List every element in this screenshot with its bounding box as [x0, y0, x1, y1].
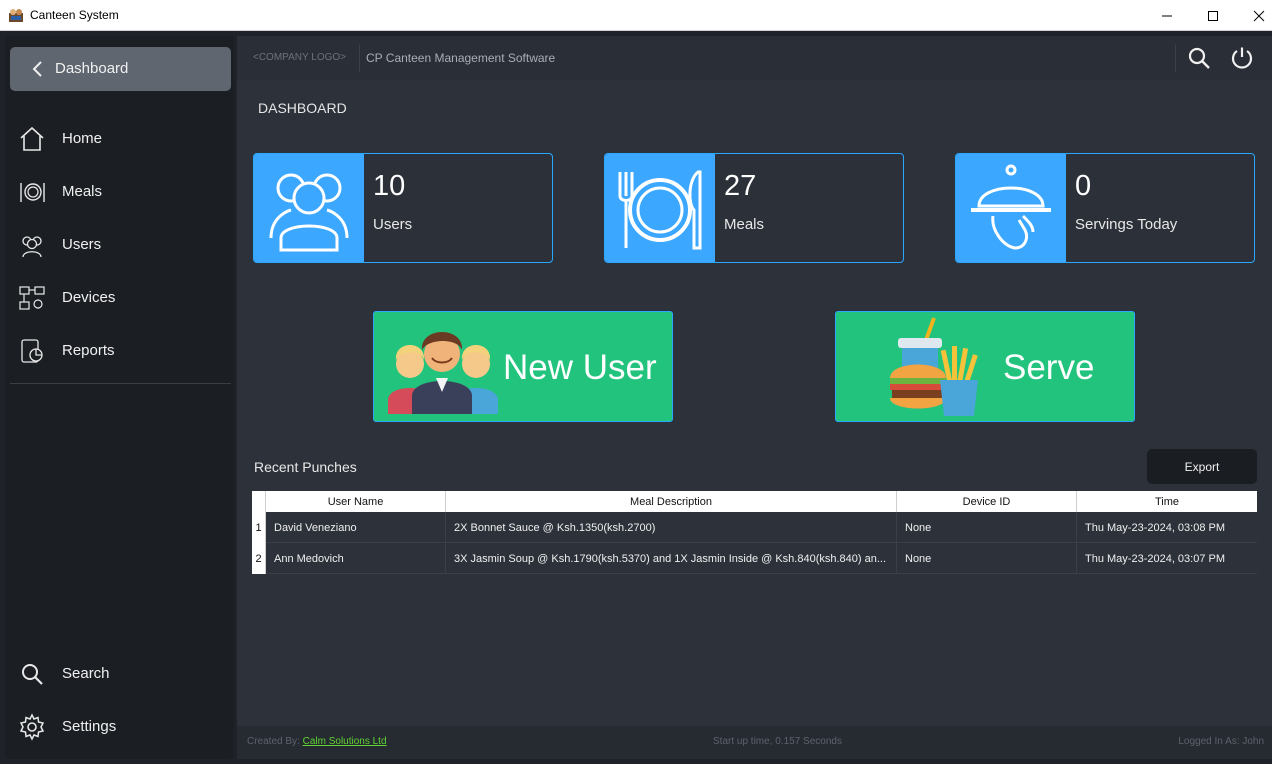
power-icon[interactable] [1230, 46, 1254, 70]
search-icon[interactable] [1187, 46, 1211, 70]
top-bar: <COMPANY LOGO> CP Canteen Management Sof… [237, 36, 1272, 80]
cloche-serving-icon [971, 164, 1051, 250]
app-name: CP Canteen Management Software [366, 51, 556, 65]
column-header-device-id[interactable]: Device ID [897, 491, 1077, 512]
servings-count: 0 [1075, 170, 1092, 202]
startup-time: Start up time, 0.157 Seconds [713, 736, 842, 747]
column-header-user-name[interactable]: User Name [266, 491, 446, 512]
sidebar-item-label: Reports [62, 342, 115, 359]
meals-icon [20, 183, 45, 202]
sidebar-item-label: Devices [62, 289, 116, 306]
sidebar-item-home[interactable]: Home [5, 117, 234, 161]
meals-stat-card[interactable]: 27 Meals [604, 153, 904, 263]
row-index: 1 [252, 512, 266, 543]
minimize-icon [1162, 15, 1172, 16]
logged-in-user: Logged In As: John [1178, 736, 1264, 747]
devices-icon [19, 286, 45, 310]
cell-meal-description: 2X Bonnet Sauce @ Ksh.1350(ksh.2700) [446, 512, 897, 543]
cell-meal-description: 3X Jasmin Soup @ Ksh.1790(ksh.5370) and … [446, 543, 897, 574]
maximize-button[interactable] [1190, 0, 1236, 31]
servings-card-image [956, 154, 1066, 262]
maximize-icon [1208, 10, 1218, 21]
window-title: Canteen System [30, 8, 119, 22]
serve-button[interactable]: Serve [835, 311, 1135, 422]
fast-food-icon [890, 317, 978, 416]
company-logo-placeholder: <COMPANY LOGO> [253, 52, 346, 63]
cell-device-id: None [897, 512, 1077, 543]
window-titlebar: Canteen System [0, 0, 1272, 31]
created-by: Created By: Calm Solutions Ltd [247, 736, 387, 747]
sidebar-item-reports[interactable]: Reports [5, 329, 234, 373]
sidebar-item-label: Settings [62, 718, 117, 735]
cell-device-id: None [897, 543, 1077, 574]
new-user-button[interactable]: New User [373, 311, 673, 422]
meals-card-image [605, 154, 715, 262]
sidebar-item-meals[interactable]: Meals [5, 170, 234, 214]
sidebar-item-devices[interactable]: Devices [5, 276, 234, 320]
export-button[interactable]: Export [1147, 449, 1257, 484]
sidebar-item-users[interactable]: Users [5, 223, 234, 267]
created-by-label: Created By: [247, 736, 303, 747]
close-icon [1253, 10, 1265, 21]
home-icon [20, 126, 44, 151]
header-divider [359, 44, 360, 72]
cell-time: Thu May-23-2024, 03:07 PM [1085, 552, 1226, 565]
cell-user-name: David Veneziano [266, 512, 446, 543]
table-header: User Name Meal Description Device ID Tim… [252, 491, 1257, 512]
people-group-icon [388, 332, 498, 414]
meals-card-label: Meals [724, 216, 765, 233]
users-group-icon [269, 173, 349, 252]
new-user-label: New User [503, 348, 657, 387]
sidebar-item-label: Search [62, 665, 110, 682]
sidebar-item-search[interactable]: Search [5, 652, 234, 696]
serve-label: Serve [1003, 348, 1095, 387]
users-card-image [254, 154, 364, 262]
cell-user-name: Ann Medovich [266, 543, 446, 574]
page-title: DASHBOARD [258, 100, 347, 116]
header-divider [1175, 44, 1176, 72]
cell-time: Thu May-23-2024, 03:08 PM [1085, 521, 1226, 534]
search-icon [22, 664, 43, 685]
column-header-meal-description[interactable]: Meal Description [446, 491, 897, 512]
sidebar-item-label: Home [62, 130, 103, 147]
chevron-left-icon [32, 61, 42, 77]
app-icon [9, 9, 23, 22]
table-row[interactable]: 1 David Veneziano 2X Bonnet Sauce @ Ksh.… [252, 512, 1257, 543]
sidebar-item-label: Users [62, 236, 102, 253]
sidebar-item-label: Meals [62, 183, 103, 200]
plate-cutlery-icon [618, 170, 702, 250]
status-bar: Created By: Calm Solutions Ltd Start up … [237, 726, 1272, 759]
users-count: 10 [373, 170, 406, 202]
servings-stat-card[interactable]: 0 Servings Today [955, 153, 1255, 263]
row-index: 2 [252, 543, 266, 574]
recent-punches-title: Recent Punches [254, 459, 357, 475]
table-row[interactable]: 2 Ann Medovich 3X Jasmin Soup @ Ksh.1790… [252, 543, 1257, 574]
sidebar-item-settings[interactable]: Settings [5, 705, 234, 749]
row-index-header [252, 491, 266, 512]
users-stat-card[interactable]: 10 Users [253, 153, 553, 263]
main-content: <COMPANY LOGO> CP Canteen Management Sof… [237, 36, 1272, 759]
sidebar-divider [10, 383, 231, 384]
sidebar: Dashboard Home Meals Users Devices Repor… [5, 36, 234, 759]
users-icon [22, 236, 42, 258]
minimize-button[interactable] [1144, 0, 1190, 31]
gear-icon [19, 713, 45, 741]
servings-card-label: Servings Today [1075, 216, 1178, 233]
dashboard-back-label: Dashboard [55, 60, 129, 77]
reports-icon [21, 339, 43, 363]
meals-count: 27 [724, 170, 757, 202]
close-button[interactable] [1236, 0, 1272, 31]
column-header-time[interactable]: Time [1077, 491, 1257, 512]
users-card-label: Users [373, 216, 413, 233]
company-link[interactable]: Calm Solutions Ltd [303, 736, 387, 747]
dashboard-back-button[interactable]: Dashboard [10, 47, 231, 91]
